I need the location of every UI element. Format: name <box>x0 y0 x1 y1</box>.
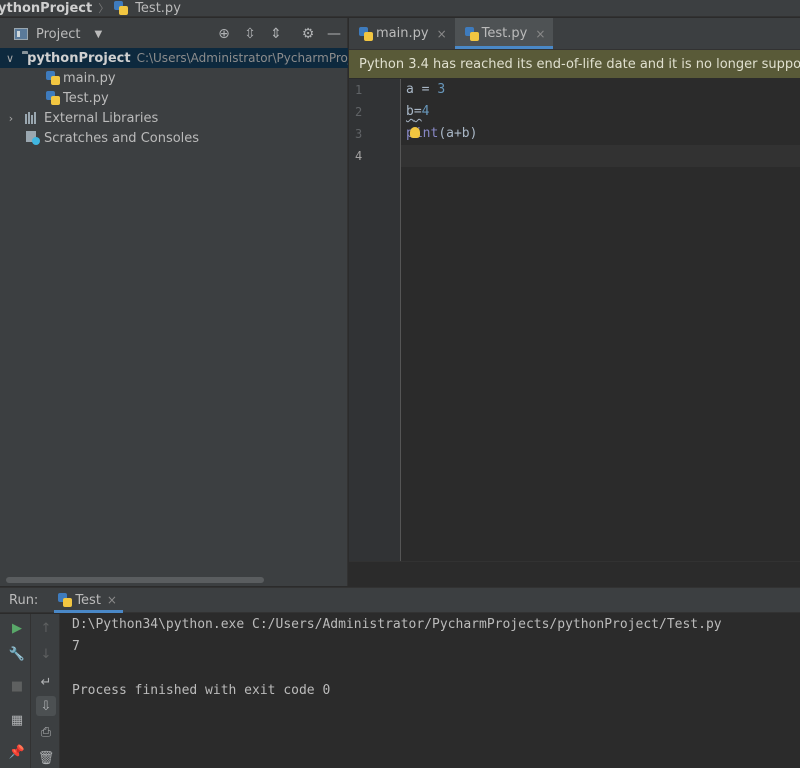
tab-main-py[interactable]: main.py × <box>349 18 455 49</box>
run-toolbar-primary: ▶ 🔧 ■ ▦ 📌 <box>0 614 31 768</box>
tree-item-label: External Libraries <box>44 110 159 126</box>
run-toolbar-secondary: ↑ ↓ ↵ ⇩ ⎙ 🗑 <box>31 614 60 768</box>
python-file-icon <box>58 593 73 607</box>
navigation-breadcrumb: ythonProject 〉 Test.py <box>0 0 800 17</box>
scratches-icon <box>26 131 40 145</box>
run-panel-header: Run: Test × <box>0 587 800 613</box>
line-number: 1 <box>355 83 363 97</box>
arrow-up-icon[interactable]: ↑ <box>36 618 56 638</box>
rerun-icon[interactable]: ▶ <box>7 618 27 638</box>
trash-icon[interactable]: 🗑 <box>36 748 56 768</box>
code-line-3[interactable]: pint(a+b) <box>406 123 477 145</box>
run-tab-label: Test <box>75 592 101 608</box>
scroll-to-end-icon[interactable]: ⇩ <box>36 696 56 716</box>
code-line-2[interactable]: b=4 <box>406 101 429 123</box>
tree-item-main-py[interactable]: main.py <box>0 68 348 88</box>
chevron-down-icon[interactable]: ∨ <box>6 52 14 65</box>
banner-text: Python 3.4 has reached its end-of-life d… <box>359 56 800 72</box>
library-icon <box>25 112 39 124</box>
expand-all-icon[interactable]: ⇳ <box>242 26 258 42</box>
close-icon[interactable]: × <box>437 27 447 41</box>
python-file-icon <box>464 26 479 41</box>
editor-horizontal-scroll-area <box>349 561 800 586</box>
gear-icon[interactable]: ⚙ <box>300 26 316 42</box>
editor-tabs: main.py × Test.py × <box>349 18 800 50</box>
wrench-icon[interactable]: 🔧 <box>7 644 27 664</box>
chevron-right-icon[interactable]: › <box>6 112 16 125</box>
tree-item-label: Test.py <box>63 90 109 106</box>
stop-icon[interactable]: ■ <box>7 676 27 696</box>
line-number: 2 <box>355 105 363 119</box>
collapse-all-icon[interactable]: ⇕ <box>268 26 284 42</box>
project-root-path: C:\Users\Administrator\PycharmProj <box>136 51 348 65</box>
chevron-down-icon[interactable]: ▼ <box>94 29 102 40</box>
current-line-highlight <box>401 145 800 167</box>
tree-item-project-root[interactable]: ∨ pythonProject C:\Users\Administrator\P… <box>0 48 348 68</box>
run-console-output[interactable]: D:\Python34\python.exe C:/Users/Administ… <box>61 614 800 768</box>
run-label: Run: <box>9 592 39 608</box>
project-title[interactable]: Project <box>36 27 80 42</box>
tab-test-py[interactable]: Test.py × <box>454 18 554 49</box>
console-line: D:\Python34\python.exe C:/Users/Administ… <box>72 617 722 632</box>
project-root-name: pythonProject <box>27 50 131 66</box>
run-tab-test[interactable]: Test × <box>54 587 123 613</box>
code-line-1[interactable]: a = 3 <box>406 79 445 101</box>
hide-panel-icon[interactable]: — <box>326 26 342 42</box>
tree-item-test-py[interactable]: Test.py <box>0 88 348 108</box>
project-header: Project ▼ ⊕ ⇳ ⇕ ⚙ — <box>0 18 347 51</box>
breadcrumb-project[interactable]: ythonProject <box>0 1 92 16</box>
line-number: 4 <box>355 149 363 163</box>
python-file-icon <box>114 1 129 15</box>
python-file-icon <box>46 71 60 85</box>
project-tool-window: Project ▼ ⊕ ⇳ ⇕ ⚙ — ∨ pythonProject C:\U… <box>0 18 348 586</box>
layout-icon[interactable]: ▦ <box>7 710 27 730</box>
close-icon[interactable]: × <box>107 593 117 607</box>
tree-item-label: main.py <box>63 70 116 86</box>
soft-wrap-icon[interactable]: ↵ <box>36 672 56 692</box>
console-line: Process finished with exit code 0 <box>72 683 331 698</box>
code-area[interactable]: 1 2 3 4 a = 3 b=4 pint(a+b) <box>349 79 800 561</box>
eol-warning-banner: Python 3.4 has reached its end-of-life d… <box>349 50 800 78</box>
python-file-icon <box>46 91 60 105</box>
tree-item-scratches[interactable]: Scratches and Consoles <box>0 128 348 148</box>
tree-item-label: Scratches and Consoles <box>44 130 200 146</box>
pin-icon[interactable]: 📌 <box>7 742 27 762</box>
close-icon[interactable]: × <box>535 27 545 41</box>
intention-bulb-icon[interactable] <box>409 127 420 138</box>
locate-file-icon[interactable]: ⊕ <box>216 26 232 42</box>
console-line: 7 <box>72 639 80 654</box>
python-file-icon <box>359 26 373 41</box>
project-pane-icon <box>14 28 28 40</box>
tab-label: Test.py <box>481 26 528 41</box>
chevron-right-icon: 〉 <box>98 2 110 15</box>
editor: main.py × Test.py × Python 3.4 has reach… <box>349 18 800 586</box>
line-number: 3 <box>355 127 363 141</box>
print-icon[interactable]: ⎙ <box>36 722 56 742</box>
arrow-down-icon[interactable]: ↓ <box>36 644 56 664</box>
breadcrumb-file[interactable]: Test.py <box>135 1 181 16</box>
tree-item-external-libraries[interactable]: › External Libraries <box>0 108 348 128</box>
horizontal-scrollbar[interactable] <box>6 577 264 583</box>
tab-label: main.py <box>376 26 429 41</box>
line-gutter: 1 2 3 4 <box>349 79 401 561</box>
